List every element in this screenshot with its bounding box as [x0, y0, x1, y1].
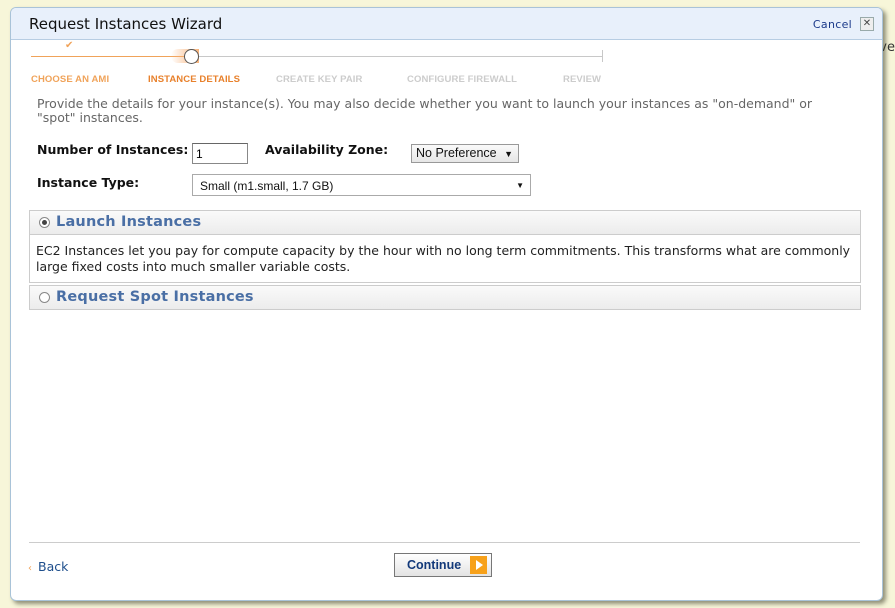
availability-zone-label: Availability Zone:	[265, 142, 389, 157]
spot-instances-option[interactable]: Request Spot Instances	[30, 286, 860, 309]
current-step-marker-icon	[184, 49, 199, 64]
spot-instances-radio[interactable]	[39, 292, 50, 303]
progress-track-completed	[31, 56, 186, 57]
cancel-link[interactable]: Cancel	[813, 18, 852, 31]
dialog-title: Request Instances Wizard	[29, 15, 223, 33]
continue-button[interactable]: Continue	[394, 553, 492, 577]
availability-zone-select[interactable]: No Preference ▼	[411, 144, 520, 163]
step-choose-ami: CHOOSE AN AMI	[31, 74, 110, 85]
availability-zone-value: No Preference	[416, 146, 497, 160]
step-configure-firewall: CONFIGURE FIREWALL	[407, 74, 517, 85]
progress-track-end	[602, 50, 603, 62]
launch-instances-radio[interactable]	[39, 217, 50, 228]
instance-type-label: Instance Type:	[37, 175, 140, 190]
continue-label: Continue	[407, 558, 462, 572]
step-instance-details: INSTANCE DETAILS	[148, 74, 241, 85]
back-label: Back	[38, 559, 69, 574]
spot-instances-panel: Request Spot Instances	[29, 285, 861, 310]
progress-track-remaining	[199, 56, 603, 57]
step-review: REVIEW	[563, 74, 602, 85]
spot-instances-title: Request Spot Instances	[56, 289, 254, 305]
footer-divider	[29, 542, 860, 543]
dialog-titlebar: Request Instances Wizard Cancel ✕	[11, 8, 882, 40]
play-arrow-icon	[470, 556, 487, 574]
close-icon[interactable]: ✕	[860, 17, 874, 31]
instance-type-select[interactable]: Small (m1.small, 1.7 GB) ▼	[192, 174, 531, 196]
launch-instances-option[interactable]: Launch Instances	[30, 211, 860, 235]
back-link[interactable]: ‹ Back	[28, 559, 68, 574]
launch-instances-description: EC2 Instances let you pay for compute ca…	[36, 243, 851, 274]
wizard-progress: ✔ CHOOSE AN AMI INSTANCE DETAILS CREATE …	[31, 40, 611, 85]
intro-text: Provide the details for your instance(s)…	[37, 96, 813, 125]
chevron-down-icon: ▼	[504, 149, 514, 159]
num-instances-label: Number of Instances:	[37, 142, 189, 157]
launch-instances-panel: Launch Instances EC2 Instances let you p…	[29, 210, 861, 283]
chevron-down-icon: ▼	[516, 181, 524, 190]
launch-instances-title: Launch Instances	[56, 214, 202, 230]
chevron-left-icon: ‹	[28, 563, 32, 574]
wizard-dialog: Request Instances Wizard Cancel ✕ ✔ CHOO…	[10, 7, 883, 601]
instance-type-value: Small (m1.small, 1.7 GB)	[200, 179, 334, 193]
num-instances-input[interactable]	[192, 143, 248, 164]
step-complete-check-icon: ✔	[65, 40, 74, 51]
step-create-key-pair: CREATE KEY PAIR	[276, 74, 363, 85]
